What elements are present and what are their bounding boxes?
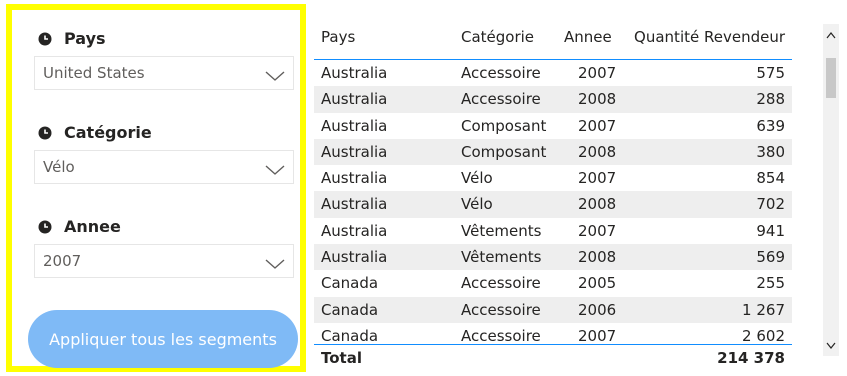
chevron-down-icon[interactable]: [265, 161, 285, 175]
cell-categorie: Accessoire: [461, 300, 541, 319]
cell-pays: Canada: [321, 300, 379, 319]
cell-annee: 2008: [578, 90, 617, 109]
cell-categorie: Accessoire: [461, 274, 541, 293]
cell-annee: 2005: [578, 274, 617, 293]
table-row[interactable]: Australia Vêtements 2007 941: [314, 218, 792, 244]
vertical-scrollbar[interactable]: [823, 24, 839, 356]
cell-pays: Canada: [321, 274, 379, 293]
chevron-down-icon[interactable]: [265, 67, 285, 81]
cell-annee: 2007: [578, 64, 617, 82]
slicer-header: Catégorie: [34, 120, 294, 144]
table-header: Pays Catégorie Annee Quantité Revendeur: [314, 16, 792, 60]
table-row[interactable]: Australia Vêtements 2008 569: [314, 244, 792, 271]
column-header-pays[interactable]: Pays: [321, 28, 355, 46]
cell-categorie: Accessoire: [461, 64, 541, 82]
cell-pays: Australia: [321, 116, 388, 135]
table-row[interactable]: Canada Accessoire 2006 1 267: [314, 296, 792, 323]
slicer-header: Annee: [34, 214, 294, 238]
cell-pays: Australia: [321, 169, 388, 188]
cell-categorie: Accessoire: [461, 326, 541, 345]
annee-dropdown[interactable]: 2007: [34, 244, 294, 278]
table-row[interactable]: Canada Accessoire 2005 255: [314, 270, 792, 296]
table-row[interactable]: Australia Accessoire 2008 288: [314, 86, 792, 113]
cell-quantite: 569: [756, 248, 785, 267]
cell-annee: 2007: [578, 116, 617, 135]
clock-icon: [38, 219, 52, 234]
cell-quantite: 1 267: [742, 300, 785, 319]
chevron-down-icon[interactable]: [823, 338, 839, 352]
table-row[interactable]: Australia Vélo 2008 702: [314, 191, 792, 218]
table-body: Australia Accessoire 2007 575 Australia Acces…: [314, 60, 792, 349]
apply-all-slicers-button[interactable]: Appliquer tous les segments: [28, 310, 298, 368]
table-row[interactable]: Australia Composant 2007 639: [314, 113, 792, 139]
cell-quantite: 288: [756, 90, 785, 109]
cell-pays: Australia: [321, 142, 388, 161]
cell-categorie: Accessoire: [461, 90, 541, 109]
cell-quantite: 2 602: [742, 326, 785, 345]
pays-dropdown[interactable]: United States: [34, 56, 294, 90]
cell-quantite: 380: [756, 142, 785, 161]
categorie-dropdown[interactable]: Vélo: [34, 150, 294, 184]
chevron-down-icon[interactable]: [265, 255, 285, 269]
column-header-annee[interactable]: Annee: [564, 28, 612, 46]
cell-annee: 2007: [578, 169, 617, 188]
cell-pays: Canada: [321, 326, 379, 345]
data-table: Pays Catégorie Annee Quantité Revendeur …: [314, 16, 792, 376]
cell-quantite: 941: [756, 221, 785, 240]
cell-annee: 2008: [578, 195, 617, 214]
chevron-up-icon[interactable]: [823, 28, 839, 42]
cell-annee: 2007: [578, 326, 617, 345]
slicer-title: Pays: [64, 28, 106, 48]
column-header-quantite[interactable]: Quantité Revendeur: [634, 28, 785, 46]
cell-categorie: Composant: [461, 116, 547, 135]
cell-annee: 2006: [578, 300, 617, 319]
cell-quantite: 255: [756, 274, 785, 293]
dropdown-value: Vélo: [43, 158, 75, 176]
scroll-thumb[interactable]: [826, 58, 836, 98]
table-total-row: Total 214 378: [314, 344, 792, 372]
slicer-panel: Pays United States Catégorie Vélo Annee …: [6, 4, 306, 372]
cell-annee: 2008: [578, 142, 617, 161]
cell-categorie: Vêtements: [461, 221, 542, 240]
cell-quantite: 702: [756, 195, 785, 214]
slicer-title: Catégorie: [64, 122, 152, 142]
slicer-categorie: Catégorie Vélo: [34, 120, 294, 184]
total-value: 214 378: [717, 349, 785, 367]
clock-icon: [38, 125, 52, 140]
cell-pays: Australia: [321, 64, 388, 82]
cell-categorie: Vélo: [461, 169, 493, 188]
cell-quantite: 639: [756, 116, 785, 135]
slicer-title: Annee: [64, 216, 121, 236]
dropdown-value: United States: [43, 64, 145, 82]
column-header-categorie[interactable]: Catégorie: [461, 28, 534, 46]
table-row[interactable]: Australia Vélo 2007 854: [314, 165, 792, 191]
table-row[interactable]: Australia Accessoire 2007 575: [314, 60, 792, 86]
cell-categorie: Vêtements: [461, 248, 542, 267]
cell-quantite: 575: [756, 64, 785, 82]
clock-icon: [38, 31, 52, 46]
cell-pays: Australia: [321, 248, 388, 267]
cell-annee: 2008: [578, 248, 617, 267]
slicer-pays: Pays United States: [34, 26, 294, 90]
cell-categorie: Vélo: [461, 195, 493, 214]
cell-pays: Australia: [321, 221, 388, 240]
total-label: Total: [321, 349, 362, 367]
slicer-annee: Annee 2007: [34, 214, 294, 278]
cell-categorie: Composant: [461, 142, 547, 161]
slicer-header: Pays: [34, 26, 294, 50]
cell-pays: Australia: [321, 90, 388, 109]
cell-pays: Australia: [321, 195, 388, 214]
table-row[interactable]: Australia Composant 2008 380: [314, 138, 792, 166]
cell-annee: 2007: [578, 221, 617, 240]
cell-quantite: 854: [756, 169, 785, 188]
dropdown-value: 2007: [43, 252, 82, 270]
